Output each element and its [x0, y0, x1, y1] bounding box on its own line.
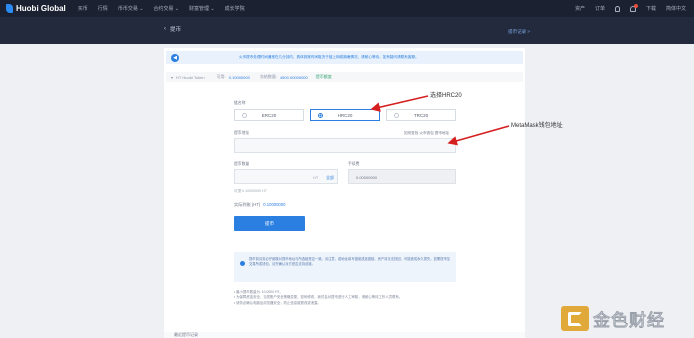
annotation-arrows: [370, 95, 510, 146]
arrow-to-hrc20: [370, 95, 429, 112]
watermark: 金色财经: [561, 306, 665, 332]
jinse-logo-icon: [561, 306, 589, 331]
arrow-to-address: [447, 125, 510, 146]
watermark-text: 金色财经: [593, 311, 665, 332]
